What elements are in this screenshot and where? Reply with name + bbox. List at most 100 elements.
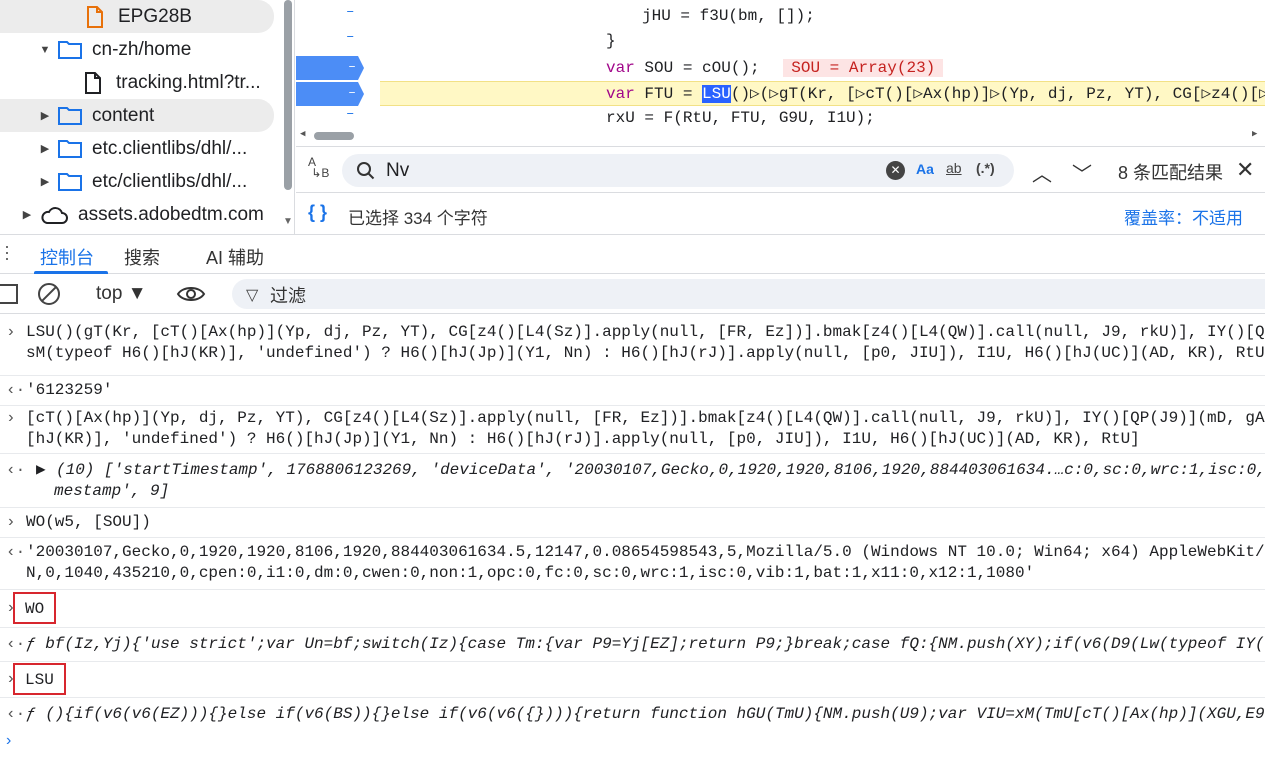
tree-scrollbar[interactable]	[284, 0, 292, 190]
active-code-line: var FTU = LSU()▷(▷gT(Kr, [▷cT()[▷Ax(hp)]…	[380, 81, 1265, 106]
gutter-marker[interactable]: –	[346, 4, 354, 20]
result-arrow-icon: ‹·	[6, 635, 26, 653]
input-chevron-icon: ›	[6, 513, 16, 531]
chevron-up-icon[interactable]: ︿	[1032, 158, 1052, 187]
code-editor[interactable]: – jHU = f3U(bm, []); – } – var SOU = cOU…	[296, 0, 1265, 146]
breakpoint-marker[interactable]: –	[296, 82, 364, 106]
input-chevron-icon: ›	[6, 409, 16, 427]
breakpoint-marker[interactable]: –	[296, 56, 364, 80]
pretty-print-icon[interactable]: { }	[308, 202, 327, 223]
console-result-entry[interactable]: ‹· ▶ (10) ['startTimestamp', 17688061232…	[0, 454, 1265, 508]
expand-arrow-icon[interactable]: ▶	[36, 460, 46, 481]
code-line: var SOU = cOU(); SOU = Array(23)	[380, 56, 944, 81]
code-keyword: var	[606, 85, 635, 103]
console-result-line: '20030107,Gecko,0,1920,1920,8106,1920,88…	[26, 543, 1265, 561]
eye-icon[interactable]	[176, 283, 206, 310]
console-input-line: WO(w5, [SOU])	[26, 513, 151, 531]
tab-console[interactable]: 控制台	[40, 244, 94, 270]
file-tree: EPG28B ▼ cn-zh/home tracking.html?tr... …	[0, 0, 295, 234]
gutter-marker[interactable]: –	[346, 29, 354, 45]
chevron-right-icon: ▶	[40, 110, 50, 122]
console-input-entry[interactable]: › WO(w5, [SOU])	[0, 508, 1265, 538]
tree-item-epg28b[interactable]: EPG28B	[0, 0, 274, 33]
code-line: rxU = F(RtU, FTU, G9U, I1U);	[380, 106, 875, 131]
console-prompt[interactable]: ›	[6, 732, 11, 750]
console-input-entry[interactable]: › WO	[0, 590, 1265, 628]
tree-item-label: EPG28B	[118, 5, 192, 27]
clear-console-icon[interactable]	[38, 283, 60, 305]
code-line: jHU = f3U(bm, []);	[380, 4, 815, 29]
console-function-result: ƒ bf(Iz,Yj){'use strict';var Un=bf;switc…	[26, 635, 1265, 653]
match-count: 8 条匹配结果	[1118, 163, 1224, 183]
tree-item-adobedtm[interactable]: ▶ assets.adobedtm.com	[0, 198, 282, 231]
folder-icon	[58, 106, 82, 125]
chevron-right-icon: ▶	[40, 143, 50, 155]
filter-input[interactable]: 过滤	[270, 282, 306, 308]
result-arrow-icon: ‹·	[6, 461, 26, 479]
tree-item-tracking[interactable]: tracking.html?tr...	[0, 66, 282, 99]
chevron-down-icon[interactable]: ﹀	[1072, 158, 1092, 187]
result-arrow-icon: ‹·	[6, 543, 26, 561]
code-text: FTU =	[644, 85, 703, 103]
gutter-marker[interactable]: –	[346, 106, 354, 122]
folder-icon	[58, 40, 82, 59]
filter-box[interactable]: ▽ 过滤	[232, 279, 1265, 309]
console-result-entry: ‹· '6123259'	[0, 376, 1265, 406]
cloud-icon	[40, 205, 68, 225]
console-result-array: (10) ['startTimestamp', 1768806123269, '…	[56, 461, 1265, 479]
search-bar: A ↳B ✕ Aa ab (.*) ︿ ﹀ 8 条匹配结果 ✕	[296, 146, 1265, 192]
search-input[interactable]	[386, 158, 866, 183]
whole-word-button[interactable]: ab	[946, 160, 962, 176]
highlighted-input: WO	[13, 592, 57, 624]
regex-button[interactable]: (.*)	[976, 160, 995, 176]
tree-item-content[interactable]: ▶ content	[0, 99, 274, 132]
more-options-icon[interactable]: · · ·	[4, 237, 10, 267]
code-text: rxU = F(RtU, FTU, G9U, I1U);	[606, 109, 875, 127]
selected-token: LSU	[702, 85, 731, 103]
inline-value: SOU = Array(23)	[783, 59, 944, 77]
console-result-entry: ‹· ƒ (){if(v6(v6(EZ))){}else if(v6(BS)){…	[0, 698, 1265, 732]
code-keyword: var	[606, 59, 635, 77]
result-arrow-icon: ‹·	[6, 381, 26, 399]
match-case-button[interactable]: Aa	[916, 161, 934, 177]
chevron-right-icon: ▶	[40, 176, 50, 188]
tab-search[interactable]: 搜索	[124, 244, 160, 270]
tree-item-label: etc.clientlibs/dhl/...	[92, 137, 248, 159]
search-icon	[356, 161, 376, 186]
sidebar-toggle-icon[interactable]	[0, 284, 18, 304]
tree-item-cn-zh-home[interactable]: ▼ cn-zh/home	[0, 33, 282, 66]
folder-icon	[58, 172, 82, 191]
console-input-line: LSU()(gT(Kr, [cT()[Ax(hp)](Yp, dj, Pz, Y…	[26, 323, 1265, 341]
code-line: }	[380, 29, 616, 54]
console-input-entry[interactable]: › LSU()(gT(Kr, [cT()[Ax(hp)](Yp, dj, Pz,…	[0, 320, 1265, 376]
result-arrow-icon: ‹·	[6, 705, 26, 723]
tree-item-etc-clientlibs-dot[interactable]: ▶ etc.clientlibs/dhl/...	[0, 132, 282, 165]
replace-toggle-icon[interactable]: A ↳B	[308, 156, 334, 179]
tree-item-label: tracking.html?tr...	[116, 71, 261, 93]
console-input-entry[interactable]: › [cT()[Ax(hp)](Yp, dj, Pz, YT), CG[z4()…	[0, 406, 1265, 454]
console-input-entry[interactable]: › LSU	[0, 662, 1265, 698]
console-output[interactable]: › LSU()(gT(Kr, [cT()[Ax(hp)](Yp, dj, Pz,…	[0, 314, 1265, 782]
console-result-line: N,0,1040,435210,0,cpen:0,i1:0,dm:0,cwen:…	[26, 564, 1035, 582]
console-result-entry: ‹· ƒ bf(Iz,Yj){'use strict';var Un=bf;sw…	[0, 628, 1265, 662]
file-icon	[84, 71, 102, 94]
scroll-down-icon[interactable]: ▼	[283, 216, 293, 227]
scroll-right-icon[interactable]: ▶	[1252, 129, 1257, 139]
status-bar: { } 已选择 334 个字符 覆盖率：不适用	[296, 192, 1265, 234]
coverage-link[interactable]: 覆盖率：不适用	[1124, 204, 1243, 229]
console-result-entry: ‹· '20030107,Gecko,0,1920,1920,8106,1920…	[0, 538, 1265, 590]
tab-ai-assist[interactable]: AI 辅助	[206, 244, 264, 270]
context-select[interactable]: top ▼	[96, 283, 147, 305]
tree-item-etc-clientlibs-slash[interactable]: ▶ etc/clientlibs/dhl/...	[0, 165, 282, 198]
console-input-line: [hJ(KR)], 'undefined') ? H6()[hJ(Jp)](Y1…	[26, 430, 1140, 448]
tree-item-label: assets.adobedtm.com	[78, 203, 264, 225]
clear-search-icon[interactable]: ✕	[886, 161, 905, 180]
code-text: SOU = cOU();	[644, 59, 760, 77]
tree-item-label: etc/clientlibs/dhl/...	[92, 170, 248, 192]
close-icon[interactable]: ✕	[1236, 157, 1254, 183]
scroll-left-icon[interactable]: ◀	[300, 129, 305, 139]
chevron-down-icon: ▼	[39, 43, 51, 56]
editor-hscrollbar[interactable]	[314, 132, 354, 140]
chevron-right-icon: ▶	[22, 209, 32, 221]
code-text: ()▷(▷gT(Kr, [▷cT()[▷Ax(hp)]▷(Yp, dj, Pz,…	[730, 85, 1265, 103]
